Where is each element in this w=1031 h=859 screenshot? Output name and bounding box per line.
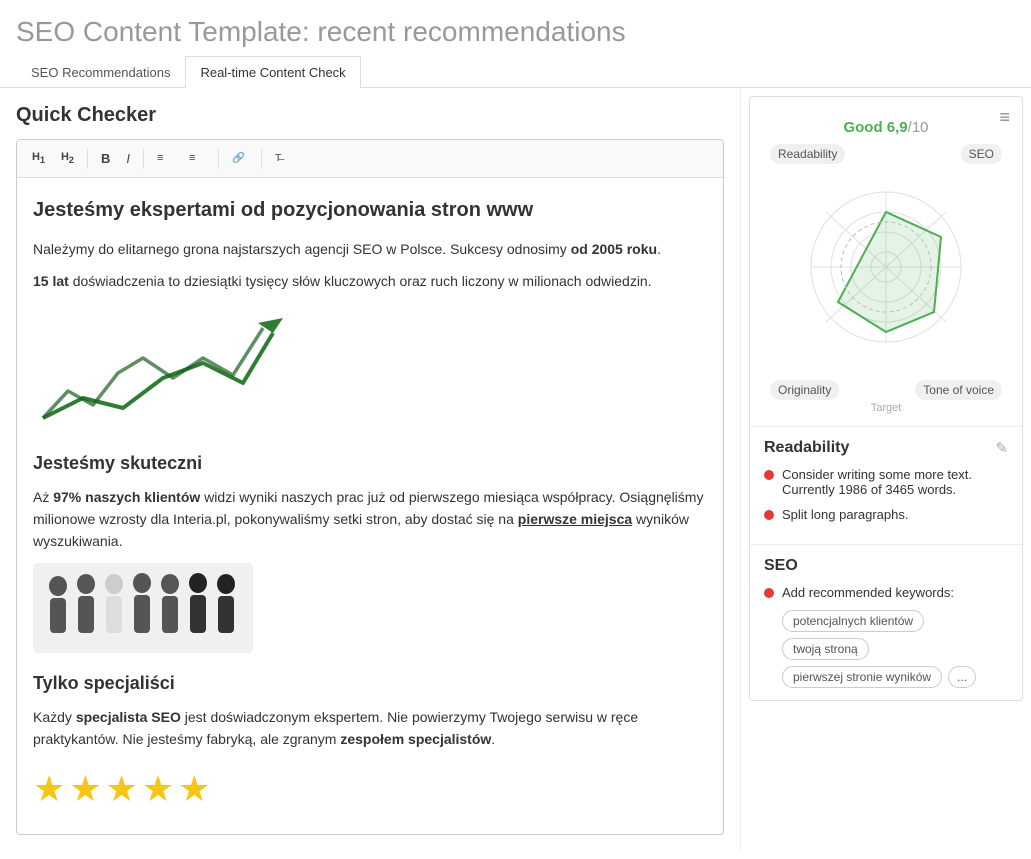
editor-heading-2: Jesteśmy skuteczni — [33, 449, 707, 478]
editor-para-3: Aż 97% naszych klientów widzi wyniki nas… — [33, 486, 707, 553]
right-panel: ≡ Good 6,9/10 Readability SEO — [741, 88, 1031, 851]
toolbar-link-button[interactable]: 🔗 — [225, 146, 255, 171]
editor-toolbar: H1 H2 B I ≡ ≡ 🔗 T̶ — [17, 140, 723, 178]
radar-label-readability[interactable]: Readability — [770, 144, 845, 164]
readability-rec-1: Consider writing some more text. Current… — [764, 467, 1008, 497]
readability-edit-icon[interactable]: ✎ — [995, 439, 1008, 457]
keyword-tag-1[interactable]: twoją stroną — [782, 638, 869, 660]
readability-rec-2: Split long paragraphs. — [764, 507, 1008, 522]
score-display: Good 6,9/10 — [762, 107, 1010, 144]
radar-top-labels: Readability SEO — [762, 144, 1010, 164]
panel-menu-icon[interactable]: ≡ — [999, 107, 1010, 128]
main-content: Quick Checker H1 H2 B I ≡ ≡ 🔗 — [0, 88, 1031, 851]
score-denom: /10 — [908, 119, 929, 136]
quick-checker-title: Quick Checker — [16, 104, 724, 127]
seo-add-keywords: Add recommended keywords: — [764, 585, 1008, 600]
svg-text:T̶: T̶ — [275, 153, 285, 164]
radar-target-label: Target — [762, 402, 1010, 414]
toolbar-h1-button[interactable]: H1 — [25, 147, 52, 169]
rec-1-text: Consider writing some more text. Current… — [782, 467, 1008, 497]
keyword-tag-0[interactable]: potencjalnych klientów — [782, 610, 924, 632]
readability-title: Readability — [764, 439, 849, 457]
score-value: 6,9 — [887, 119, 908, 136]
rec-1-dot — [764, 470, 774, 480]
left-panel: Quick Checker H1 H2 B I ≡ ≡ 🔗 — [0, 88, 741, 851]
svg-text:≡: ≡ — [189, 152, 195, 164]
page-title-static: SEO Content Template: — [16, 16, 310, 47]
page-title: SEO Content Template: recent recommendat… — [16, 16, 1015, 48]
seo-dot — [764, 588, 774, 598]
svg-text:🔗: 🔗 — [232, 151, 245, 164]
toolbar-separator-2 — [143, 149, 144, 169]
rec-2-text: Split long paragraphs. — [782, 507, 908, 522]
keyword-tag-2[interactable]: pierwszej stronie wyników — [782, 666, 942, 688]
radar-label-tone-of-voice[interactable]: Tone of voice — [915, 380, 1002, 400]
editor-heading-1: Jesteśmy ekspertami od pozycjonowania st… — [33, 194, 707, 226]
toolbar-bold-button[interactable]: B — [94, 147, 117, 170]
toolbar-separator-3 — [218, 149, 219, 169]
keywords-list: potencjalnych klientów twoją stroną pier… — [782, 610, 1008, 688]
rec-2-dot — [764, 510, 774, 520]
seo-section: SEO Add recommended keywords: potencjaln… — [750, 544, 1022, 700]
editor-area: H1 H2 B I ≡ ≡ 🔗 T̶ — [16, 139, 724, 835]
radar-label-originality[interactable]: Originality — [770, 380, 839, 400]
readability-header: Readability ✎ — [764, 439, 1008, 457]
editor-para-2: 15 lat doświadczenia to dziesiątki tysię… — [33, 270, 707, 292]
editor-para-4: Każdy specjalista SEO jest doświadczonym… — [33, 706, 707, 751]
score-panel: ≡ Good 6,9/10 Readability SEO — [749, 96, 1023, 701]
radar-label-seo[interactable]: SEO — [961, 144, 1002, 164]
toolbar-ul-button[interactable]: ≡ — [182, 146, 212, 171]
toolbar-separator-1 — [87, 149, 88, 169]
tab-realtime-content-check[interactable]: Real-time Content Check — [185, 56, 360, 88]
team-image — [33, 563, 253, 653]
radar-chart — [786, 172, 986, 372]
toolbar-h2-button[interactable]: H2 — [54, 147, 81, 169]
page-title-dynamic: recent recommendations — [310, 16, 626, 47]
score-good-label: Good 6,9/10 — [843, 119, 928, 136]
toolbar-italic-button[interactable]: I — [119, 147, 137, 170]
readability-section: Readability ✎ Consider writing some more… — [750, 439, 1022, 544]
editor-content[interactable]: Jesteśmy ekspertami od pozycjonowania st… — [17, 178, 723, 834]
panel-divider-1 — [750, 426, 1022, 427]
editor-link-1[interactable]: pierwsze miejsca — [518, 511, 632, 527]
page-header: SEO Content Template: recent recommendat… — [0, 0, 1031, 56]
score-panel-header: ≡ Good 6,9/10 Readability SEO — [750, 97, 1022, 414]
growth-chart — [33, 303, 293, 433]
editor-heading-3: Tylko specjaliści — [33, 669, 707, 698]
toolbar-ol-button[interactable]: ≡ — [150, 146, 180, 171]
radar-bottom-labels: Originality Tone of voice — [762, 380, 1010, 400]
seo-title: SEO — [764, 557, 1008, 575]
keyword-more-button[interactable]: ... — [948, 666, 976, 688]
svg-text:≡: ≡ — [157, 152, 163, 164]
tab-seo-recommendations[interactable]: SEO Recommendations — [16, 56, 185, 88]
editor-para-1: Należymy do elitarnego grona najstarszyc… — [33, 238, 707, 260]
seo-add-keywords-label: Add recommended keywords: — [782, 585, 954, 600]
toolbar-clear-button[interactable]: T̶ — [268, 146, 298, 171]
toolbar-separator-4 — [261, 149, 262, 169]
tabs-bar: SEO Recommendations Real-time Content Ch… — [0, 56, 1031, 88]
star-rating: ★★★★★ — [33, 760, 707, 818]
